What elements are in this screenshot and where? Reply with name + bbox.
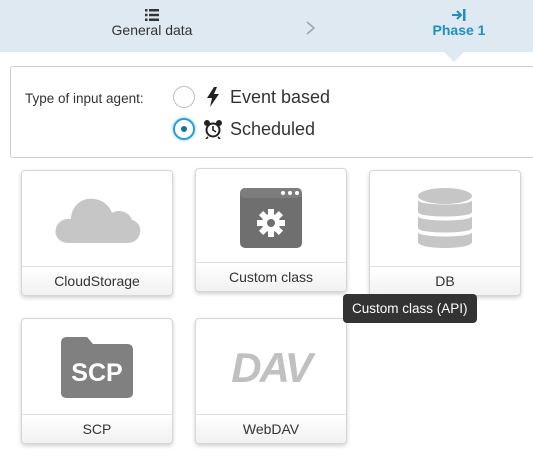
tile-label: SCP bbox=[22, 414, 172, 443]
radio-button[interactable] bbox=[173, 86, 195, 108]
wizard-step-label: Phase 1 bbox=[432, 22, 486, 38]
tile-custom-class[interactable]: Custom class bbox=[195, 168, 347, 292]
wizard-step-label: General data bbox=[111, 22, 193, 38]
radio-label: Scheduled bbox=[230, 118, 316, 139]
tooltip: Custom class (API) bbox=[343, 294, 477, 323]
bolt-icon bbox=[203, 87, 223, 107]
scp-folder-icon: SCP bbox=[22, 319, 172, 415]
tile-cloudstorage[interactable]: CloudStorage bbox=[21, 170, 173, 296]
tile-label: Custom class bbox=[196, 262, 346, 291]
tile-label: WebDAV bbox=[196, 414, 346, 443]
scp-icon-text: SCP bbox=[71, 359, 122, 387]
dav-icon-text: DAV bbox=[231, 345, 316, 389]
database-icon bbox=[370, 171, 520, 267]
dav-icon: DAV bbox=[196, 319, 346, 415]
input-agent-panel: Type of input agent: Event based Schedul… bbox=[10, 66, 533, 158]
wizard-step-phase-1[interactable]: Phase 1 bbox=[414, 0, 504, 52]
input-agent-type-label: Type of input agent: bbox=[25, 91, 144, 106]
tile-webdav[interactable]: DAV WebDAV bbox=[195, 318, 347, 444]
radio-label: Event based bbox=[230, 86, 331, 107]
active-step-pointer bbox=[444, 52, 464, 62]
alarm-clock-icon bbox=[203, 119, 223, 139]
tile-label: DB bbox=[370, 266, 520, 295]
wizard-page: General data Phase 1 Type of input agent… bbox=[0, 0, 533, 457]
radio-button-selected[interactable] bbox=[173, 118, 195, 140]
tile-label: CloudStorage bbox=[22, 266, 172, 295]
tile-db[interactable]: DB bbox=[369, 170, 521, 296]
list-icon bbox=[96, 0, 208, 21]
step-into-icon bbox=[414, 0, 504, 21]
radio-option-event-based[interactable]: Event based bbox=[173, 84, 330, 110]
wizard-steps-bar: General data Phase 1 bbox=[0, 0, 533, 52]
radio-option-scheduled[interactable]: Scheduled bbox=[173, 116, 315, 142]
window-gear-icon bbox=[196, 169, 346, 265]
wizard-step-general-data[interactable]: General data bbox=[96, 0, 208, 52]
tile-scp[interactable]: SCP SCP bbox=[21, 318, 173, 444]
chevron-right-icon bbox=[300, 18, 320, 38]
cloud-icon bbox=[22, 171, 172, 267]
